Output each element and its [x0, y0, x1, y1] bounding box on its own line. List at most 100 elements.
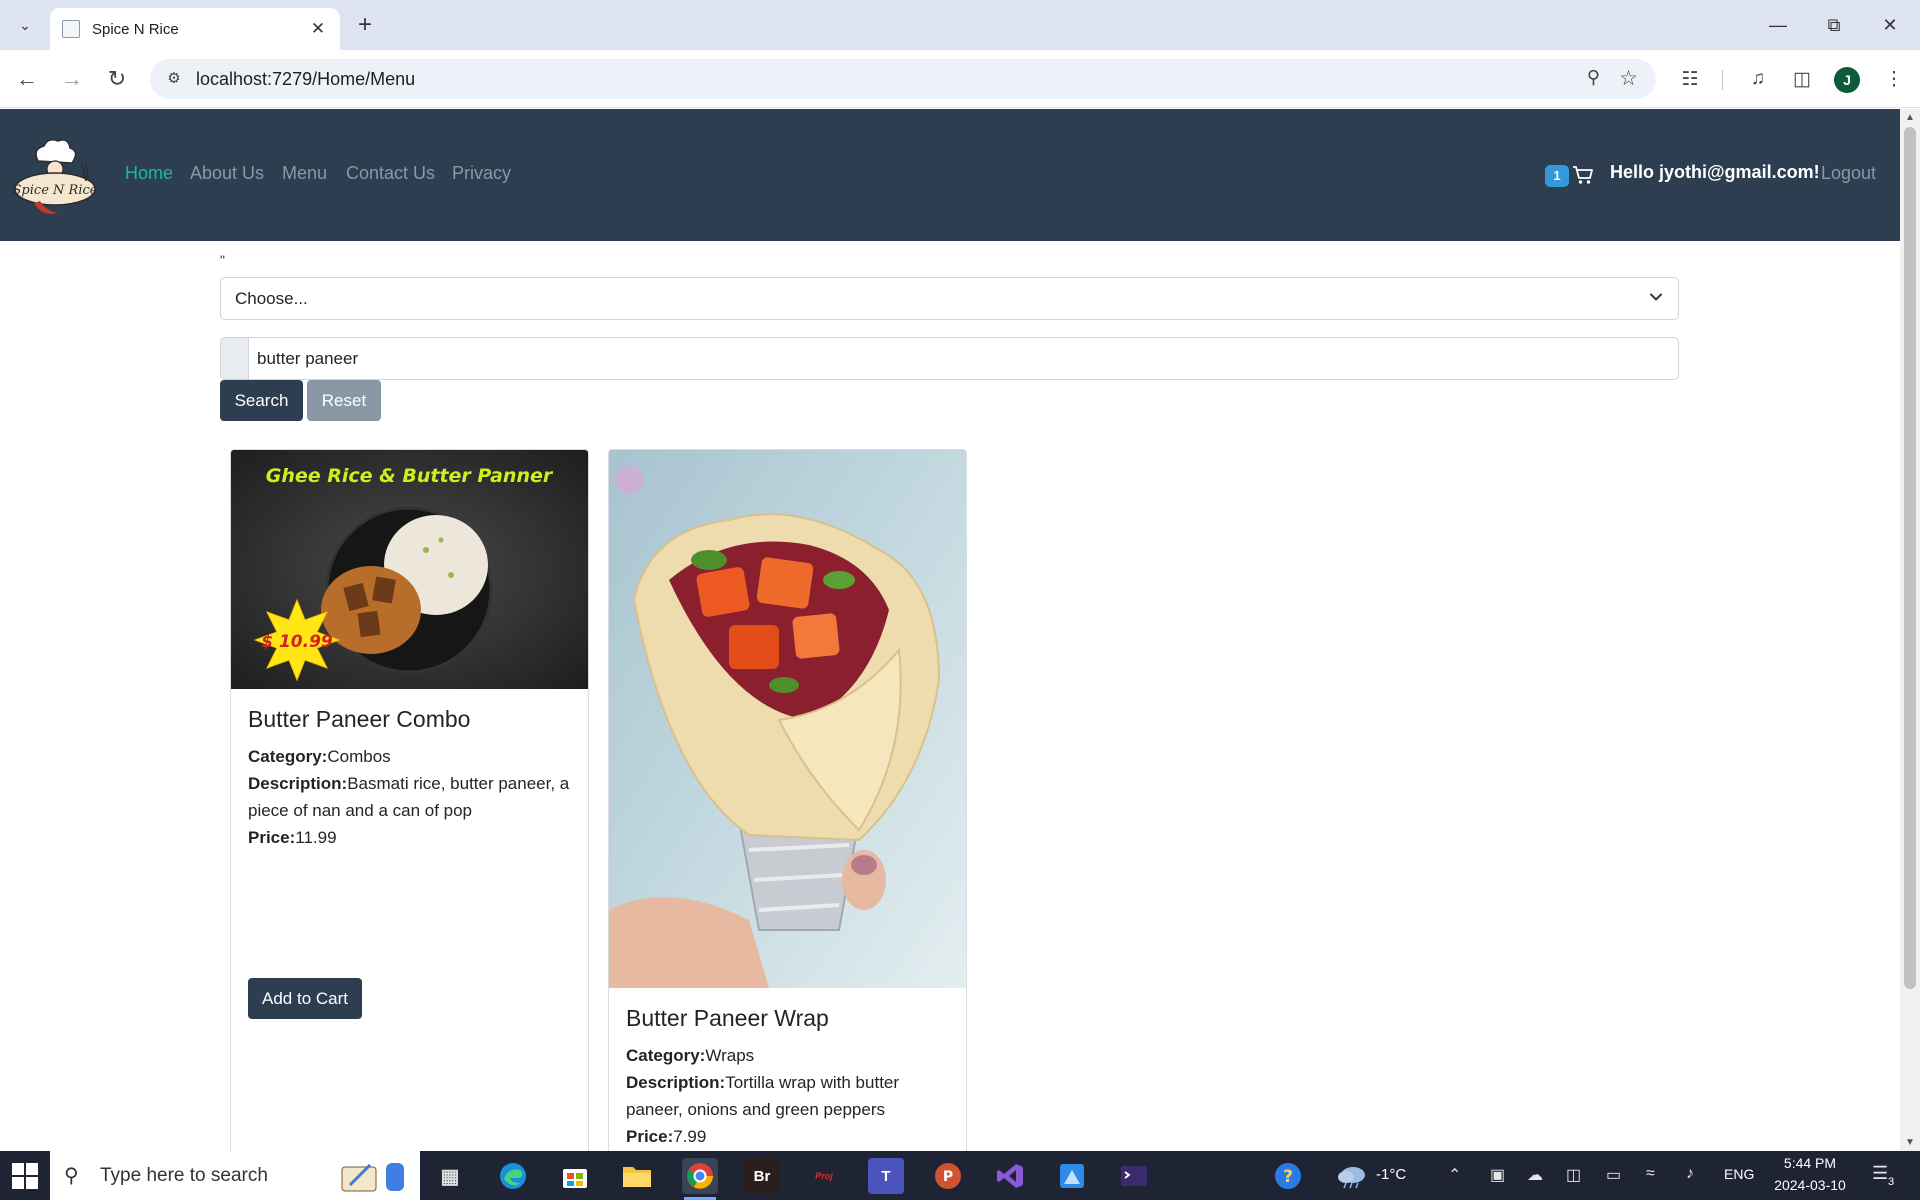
product-description: Description:Basmati rice, butter paneer,… [248, 770, 576, 824]
onedrive-cloud-icon[interactable]: ☁ [1527, 1165, 1543, 1185]
spice-n-rice-logo[interactable]: Spice N Rice [12, 131, 98, 217]
file-explorer-icon[interactable] [619, 1158, 655, 1194]
browser-tab[interactable]: Spice N Rice ✕ [50, 8, 340, 50]
task-view-icon[interactable]: ▦ [432, 1158, 468, 1194]
chrome-browser-icon[interactable] [682, 1158, 718, 1194]
product-card-body: Butter Paneer Wrap Category:Wraps Descri… [626, 1005, 954, 1150]
butter-paneer-wrap-image[interactable] [609, 450, 966, 988]
minimize-window-icon[interactable]: — [1750, 0, 1806, 50]
new-tab-plus-icon[interactable]: + [350, 10, 380, 40]
svg-text:Spice N Rice: Spice N Rice [13, 183, 98, 198]
browser-menu-kebab-icon[interactable]: ⋮ [1878, 63, 1910, 95]
nav-link-privacy[interactable]: Privacy [452, 163, 511, 184]
scrollbar-thumb[interactable] [1904, 127, 1916, 989]
reset-button[interactable]: Reset [307, 380, 381, 421]
weather-cloud-icon[interactable] [1334, 1158, 1370, 1194]
volume-speaker-icon[interactable]: ♪ [1686, 1165, 1694, 1183]
butter-paneer-combo-image[interactable]: Ghee Rice & Butter Panner $ 10.99 [231, 450, 588, 689]
svg-text:?: ? [1283, 1167, 1293, 1187]
tab-title: Spice N Rice [92, 20, 179, 38]
logout-link[interactable]: Logout [1821, 163, 1876, 184]
side-panel-icon[interactable]: ◫ [1786, 63, 1818, 95]
nav-link-menu[interactable]: Menu [282, 163, 327, 184]
teams-icon[interactable]: T [868, 1158, 904, 1194]
terminal-icon[interactable] [1116, 1158, 1152, 1194]
page-viewport: Spice N Rice Home About Us Menu Contact … [0, 109, 1900, 1151]
search-icon: ⚲ [64, 1165, 79, 1187]
wifi-icon[interactable]: ≈ [1646, 1165, 1655, 1183]
azure-data-studio-icon[interactable] [1054, 1158, 1090, 1194]
image-banner-text: Ghee Rice & Butter Panner [266, 465, 554, 487]
zoom-magnifier-icon[interactable]: ⚲ [1587, 67, 1600, 88]
cart-count-badge[interactable]: 1 [1545, 165, 1569, 187]
microsoft-store-icon[interactable] [557, 1158, 593, 1194]
price-value: 11.99 [295, 828, 337, 847]
input-language[interactable]: ENG [1724, 1166, 1754, 1182]
meet-now-camera-icon[interactable]: ▣ [1490, 1165, 1505, 1185]
scroll-up-arrow-icon[interactable]: ▲ [1905, 112, 1915, 123]
product-title: Butter Paneer Wrap [626, 1005, 829, 1031]
nav-link-about-us[interactable]: About Us [190, 163, 264, 184]
tab-close-icon[interactable]: ✕ [308, 19, 328, 39]
forward-arrow-icon[interactable]: → [56, 63, 88, 95]
user-greeting: Hello jyothi@gmail.com! [1610, 162, 1820, 182]
price-label: Price: [626, 1127, 674, 1146]
search-addon [221, 338, 249, 379]
description-label: Description: [626, 1073, 726, 1092]
taskbar-search-box[interactable]: ⚲ Type here to search [50, 1151, 420, 1200]
profile-avatar[interactable]: J [1834, 67, 1860, 93]
edge-browser-icon[interactable] [495, 1158, 531, 1194]
price-label: Price: [248, 828, 296, 847]
site-info-icon[interactable]: ⚙ [164, 69, 184, 89]
reload-icon[interactable]: ↻ [101, 63, 133, 95]
url-text[interactable]: localhost:7279/Home/Menu [196, 69, 415, 90]
product-price: Price:11.99 [248, 824, 576, 851]
price-value: 7.99 [673, 1127, 707, 1146]
weather-temperature[interactable]: -1°C [1376, 1166, 1406, 1183]
show-hidden-icons-chevron-icon[interactable]: ⌃ [1448, 1165, 1461, 1185]
tab-search-chevron-icon[interactable]: ⌄ [10, 10, 40, 40]
nav-link-contact-us[interactable]: Contact Us [346, 163, 435, 184]
product-card: Butter Paneer Wrap Category:Wraps Descri… [608, 449, 967, 1151]
site-navbar: Spice N Rice Home About Us Menu Contact … [0, 109, 1900, 241]
extensions-puzzle-icon[interactable]: ☷ [1674, 63, 1706, 95]
media-controls-icon[interactable]: ♫ [1742, 63, 1774, 95]
notification-center-icon[interactable]: ☰ [1872, 1163, 1888, 1184]
category-label: Category: [626, 1046, 706, 1065]
address-bar[interactable]: ⚙ localhost:7279/Home/Menu ⚲ ☆ [150, 59, 1656, 99]
windows-taskbar: ⚲ Type here to search ▦ Br Proj T P ? -1 [0, 1151, 1920, 1200]
product-card-body: Butter Paneer Combo Category:Combos Desc… [248, 706, 576, 851]
category-value: Wraps [705, 1046, 755, 1065]
image-price-badge-text: $ 10.99 [261, 632, 333, 652]
project-libre-icon[interactable]: Proj [806, 1158, 842, 1194]
scroll-down-arrow-icon[interactable]: ▼ [1905, 1137, 1915, 1148]
page-scrollbar[interactable]: ▲ ▼ [1900, 109, 1920, 1151]
product-title: Butter Paneer Combo [248, 706, 471, 732]
clock-time[interactable]: 5:44 PM [1772, 1155, 1848, 1171]
restore-window-icon[interactable]: ⧉ [1806, 0, 1862, 50]
network-adapter-icon[interactable]: ◫ [1566, 1165, 1581, 1185]
adobe-bridge-icon[interactable]: Br [744, 1158, 780, 1194]
category-label: Category: [248, 747, 328, 766]
search-input-group[interactable]: butter paneer [220, 337, 1679, 380]
search-button[interactable]: Search [220, 380, 303, 421]
help-question-icon[interactable]: ? [1270, 1158, 1306, 1194]
product-description: Description:Tortilla wrap with butter pa… [626, 1069, 954, 1123]
powerpoint-icon[interactable]: P [930, 1158, 966, 1194]
back-arrow-icon[interactable]: ← [11, 63, 43, 95]
bookmark-star-icon[interactable]: ☆ [1619, 66, 1638, 91]
visual-studio-icon[interactable] [992, 1158, 1028, 1194]
nav-link-home[interactable]: Home [125, 163, 173, 184]
toolbar-separator [1722, 70, 1723, 90]
shopping-cart-icon[interactable] [1572, 164, 1594, 186]
battery-icon[interactable]: ▭ [1606, 1165, 1621, 1185]
browser-toolbar: ← → ↻ ⚙ localhost:7279/Home/Menu ⚲ ☆ ☷ ♫… [0, 50, 1920, 108]
add-to-cart-button[interactable]: Add to Cart [248, 978, 362, 1019]
windows-start-icon[interactable] [12, 1163, 38, 1189]
search-input[interactable]: butter paneer [257, 349, 358, 369]
clock-date[interactable]: 2024-03-10 [1766, 1177, 1854, 1193]
category-select[interactable]: Choose... [220, 277, 1679, 320]
category-value: Combos [327, 747, 391, 766]
close-window-icon[interactable]: ✕ [1862, 0, 1918, 50]
search-highlight-art-icon [341, 1163, 404, 1192]
